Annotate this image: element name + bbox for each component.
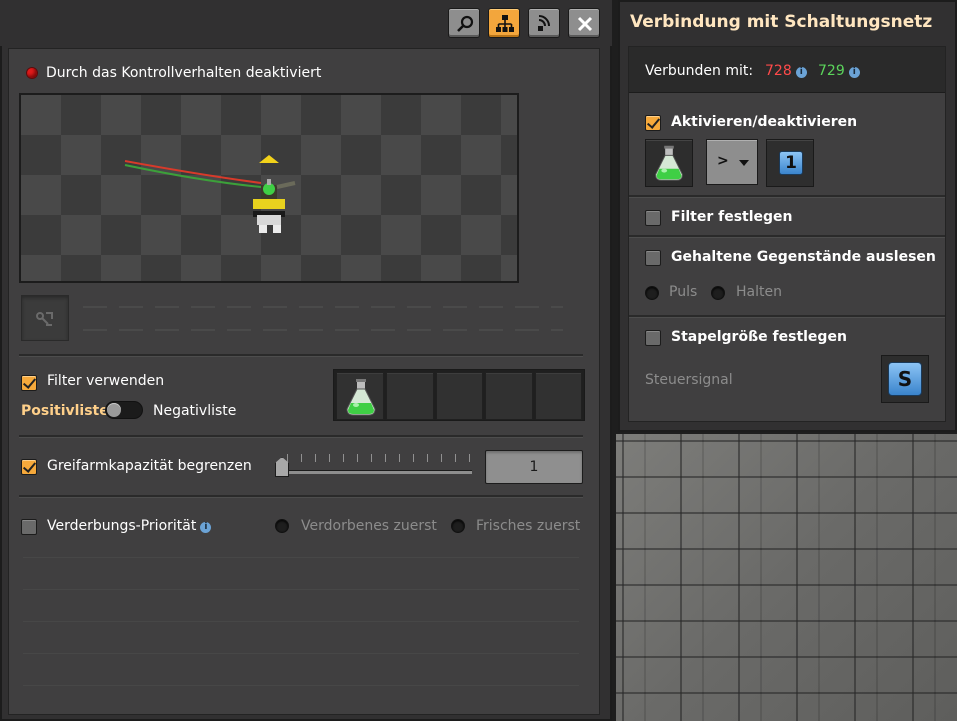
- control-signal-button[interactable]: S: [881, 355, 929, 403]
- circuit-network-icon: [496, 15, 514, 32]
- filter-slot[interactable]: [435, 372, 483, 420]
- enable-disable-checkbox[interactable]: [645, 115, 661, 131]
- search-button[interactable]: [448, 8, 480, 38]
- hold-label: Halten: [736, 284, 782, 300]
- hold-radio[interactable]: [711, 286, 725, 300]
- circuit-wire-button[interactable]: [21, 295, 69, 341]
- separator: [629, 195, 945, 197]
- connected-label: Verbunden mit:: [645, 63, 754, 79]
- inserter-preview-graphic: [124, 155, 296, 233]
- enable-disable-label: Aktivieren/deaktivieren: [671, 114, 858, 130]
- use-filter-label: Filter verwenden: [47, 373, 165, 389]
- magnifier-icon: [457, 15, 474, 32]
- green-network-id: 729 i: [818, 63, 860, 79]
- panel-toolbar: [0, 0, 612, 46]
- circuit-connection-content: Verbunden mit: 728 i 729 i Aktivieren/deak…: [628, 46, 946, 422]
- panel-title: Verbindung mit Schaltungsnetz: [630, 12, 933, 32]
- pulse-label: Puls: [669, 284, 698, 300]
- info-icon[interactable]: i: [795, 67, 807, 78]
- separator: [629, 315, 945, 317]
- separator: [629, 235, 945, 237]
- red-network-id: 728 i: [765, 63, 807, 79]
- empty-row: [23, 653, 579, 654]
- stack-size-label: Stapelgröße festlegen: [671, 329, 847, 345]
- science-flask-icon: [346, 379, 376, 416]
- circuit-network-button[interactable]: [488, 8, 520, 38]
- filter-mode-switch[interactable]: [105, 401, 143, 419]
- separator: [19, 435, 583, 437]
- filter-slot[interactable]: [336, 372, 384, 420]
- filter-slot[interactable]: [534, 372, 582, 420]
- constant-button[interactable]: 1: [766, 139, 814, 187]
- capacity-input[interactable]: 1: [485, 450, 583, 484]
- stack-size-checkbox[interactable]: [645, 330, 661, 346]
- entity-preview: [19, 93, 519, 283]
- spoil-priority-text: Verderbungs-Priorität: [47, 518, 197, 534]
- wire-slot-placeholder: [83, 329, 563, 331]
- read-contents-label: Gehaltene Gegenstände auslesen: [671, 249, 936, 265]
- circuit-connection-panel: Verbindung mit Schaltungsnetz Verbunden …: [618, 0, 957, 432]
- set-filters-checkbox[interactable]: [645, 210, 661, 226]
- separator: [19, 354, 583, 356]
- status-text: Durch das Kontrollverhalten deaktiviert: [46, 65, 322, 81]
- spoil-priority-label: Verderbungs-Priorität i: [47, 518, 212, 534]
- use-filter-checkbox[interactable]: [21, 375, 37, 391]
- empty-row: [23, 621, 579, 622]
- empty-row: [23, 557, 579, 558]
- constant-value: 1: [779, 151, 803, 175]
- close-button[interactable]: [568, 8, 600, 38]
- limit-capacity-checkbox[interactable]: [21, 459, 37, 475]
- spoiled-first-label: Verdorbenes zuerst: [301, 518, 437, 534]
- fresh-first-radio[interactable]: [451, 519, 465, 533]
- fresh-first-label: Frisches zuerst: [476, 518, 581, 534]
- capacity-slider[interactable]: [276, 470, 472, 474]
- wire-connector-icon: [36, 312, 53, 326]
- filter-slot[interactable]: [386, 372, 434, 420]
- spoiled-first-radio[interactable]: [275, 519, 289, 533]
- floor-texture: [616, 434, 957, 721]
- set-filters-label: Filter festlegen: [671, 209, 793, 225]
- limit-capacity-label: Greifarmkapazität begrenzen: [47, 458, 252, 474]
- filter-slots: [333, 369, 585, 421]
- inserter-content: Durch das Kontrollverhalten deaktiviert: [8, 48, 600, 715]
- empty-row: [23, 685, 579, 686]
- control-signal-value: S: [888, 362, 922, 396]
- whitelist-label[interactable]: Positivliste: [21, 403, 109, 419]
- logistic-network-button[interactable]: [528, 8, 560, 38]
- info-icon[interactable]: i: [848, 67, 860, 78]
- connected-row: Verbunden mit: 728 i 729 i: [629, 47, 945, 93]
- info-icon[interactable]: i: [200, 522, 212, 533]
- science-flask-icon: [655, 145, 683, 181]
- spoil-priority-checkbox[interactable]: [21, 519, 37, 535]
- pulse-radio[interactable]: [645, 286, 659, 300]
- condition-signal-button[interactable]: [645, 139, 693, 187]
- status-dot-icon: [27, 68, 37, 78]
- inserter-panel: Durch das Kontrollverhalten deaktiviert: [0, 0, 612, 721]
- close-icon: [577, 16, 593, 32]
- comparator-dropdown[interactable]: >: [706, 139, 758, 185]
- empty-row: [23, 589, 579, 590]
- filter-slot[interactable]: [485, 372, 533, 420]
- blacklist-label[interactable]: Negativliste: [153, 403, 236, 419]
- read-contents-checkbox[interactable]: [645, 250, 661, 266]
- comparator-value: >: [717, 153, 729, 169]
- control-signal-label: Steuersignal: [645, 372, 733, 388]
- status-row: Durch das Kontrollverhalten deaktiviert: [27, 63, 321, 83]
- separator: [19, 495, 583, 497]
- logistic-network-icon: [538, 15, 550, 31]
- wire-slot-placeholder: [83, 306, 563, 308]
